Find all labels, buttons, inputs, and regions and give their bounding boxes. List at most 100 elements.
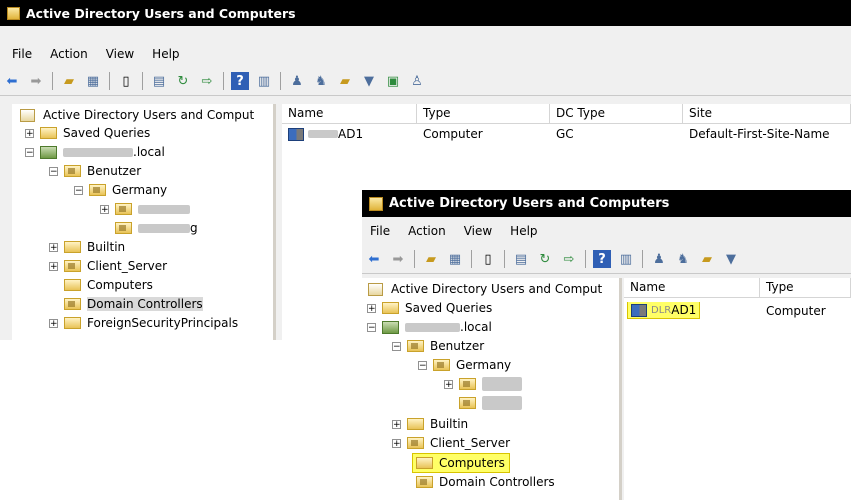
new-user-icon[interactable]: ♟ xyxy=(650,250,668,268)
up-folder-icon[interactable]: ▰ xyxy=(422,250,440,268)
column-header-type[interactable]: Type xyxy=(417,104,550,123)
tree-item-saved-queries[interactable]: + Saved Queries xyxy=(367,299,492,317)
copy-icon[interactable]: ▤ xyxy=(150,72,168,90)
tree-item-client-server[interactable]: + Client_Server xyxy=(49,257,167,275)
tree-item-benutzer[interactable]: − Benutzer xyxy=(49,162,141,180)
menu-action[interactable]: Action xyxy=(50,47,88,61)
export-list-icon[interactable]: ⇨ xyxy=(560,250,578,268)
column-header-name[interactable]: Name xyxy=(282,104,417,123)
mmc-icon[interactable]: ▥ xyxy=(617,250,635,268)
export-list-icon[interactable]: ⇨ xyxy=(198,72,216,90)
expand-icon[interactable]: + xyxy=(367,303,376,313)
expand-icon[interactable]: + xyxy=(444,379,453,389)
collapse-icon[interactable]: − xyxy=(392,341,401,351)
menu-file[interactable]: File xyxy=(370,224,390,238)
properties-icon[interactable]: ▯ xyxy=(117,72,135,90)
tree-item-label: Benutzer xyxy=(87,164,142,178)
new-group-icon[interactable]: ♞ xyxy=(674,250,692,268)
find-icon[interactable]: ▣ xyxy=(384,72,402,90)
new-ou-icon[interactable]: ▰ xyxy=(698,250,716,268)
toolbar-separator xyxy=(585,250,586,268)
expand-icon[interactable]: + xyxy=(392,438,401,448)
forward-arrow-icon[interactable]: ➡ xyxy=(27,72,45,90)
expand-icon[interactable]: + xyxy=(392,419,401,429)
new-ou-icon[interactable]: ▰ xyxy=(336,72,354,90)
tree-root[interactable]: Active Directory Users and Comput xyxy=(20,106,254,124)
column-header-type[interactable]: Type xyxy=(760,278,851,297)
tree-item-client-server[interactable]: + Client_Server xyxy=(392,434,510,452)
column-header-dc-type[interactable]: DC Type xyxy=(550,104,683,123)
copy-icon[interactable]: ▤ xyxy=(512,250,530,268)
tree-item-computers[interactable]: Computers xyxy=(49,276,153,294)
up-folder-icon[interactable]: ▰ xyxy=(60,72,78,90)
filter-icon[interactable]: ▼ xyxy=(722,250,740,268)
tree-root[interactable]: Active Directory Users and Comput xyxy=(368,280,602,298)
menu-help[interactable]: Help xyxy=(152,47,179,61)
tree-item-germany-child-2[interactable] xyxy=(444,394,522,412)
tree-item-germany-child-1[interactable]: + xyxy=(100,200,190,218)
menu-view[interactable]: View xyxy=(106,47,134,61)
tree-item-benutzer[interactable]: − Benutzer xyxy=(392,337,484,355)
toolbar-separator xyxy=(414,250,415,268)
column-header-name[interactable]: Name xyxy=(624,278,760,297)
back-arrow-icon[interactable]: ⬅ xyxy=(365,250,383,268)
refresh-icon[interactable]: ↻ xyxy=(536,250,554,268)
collapse-icon[interactable]: − xyxy=(418,360,427,370)
mmc-icon[interactable]: ▥ xyxy=(255,72,273,90)
new-user-icon[interactable]: ♟ xyxy=(288,72,306,90)
ou-folder-icon xyxy=(89,184,106,196)
redacted-text xyxy=(308,130,338,138)
tree-item-germany-child-1[interactable]: + xyxy=(444,375,522,393)
tree-item-label: Domain Controllers xyxy=(439,475,555,489)
show-tree-icon[interactable]: ▦ xyxy=(84,72,102,90)
expand-icon[interactable]: + xyxy=(100,204,109,214)
folder-icon xyxy=(64,241,81,253)
tree-item-germany[interactable]: − Germany xyxy=(418,356,511,374)
tree-item-germany[interactable]: − Germany xyxy=(74,181,167,199)
menu-bar: File Action View Help xyxy=(362,220,851,242)
column-header-site[interactable]: Site xyxy=(683,104,851,123)
refresh-icon[interactable]: ↻ xyxy=(174,72,192,90)
tree-item-builtin[interactable]: + Builtin xyxy=(49,238,125,256)
tree-item-builtin[interactable]: + Builtin xyxy=(392,415,468,433)
tree-item-foreign-security-principals[interactable]: + ForeignSecurityPrincipals xyxy=(49,314,238,332)
list-row[interactable]: DLR AD1 Computer xyxy=(624,302,851,320)
tree-item-domain[interactable]: − .local xyxy=(367,318,492,336)
tree-item-label: Saved Queries xyxy=(63,126,151,140)
list-row[interactable]: AD1 Computer GC Default-First-Site-Name xyxy=(282,125,851,143)
help-icon[interactable]: ? xyxy=(231,72,249,90)
properties-icon[interactable]: ▯ xyxy=(479,250,497,268)
collapse-icon[interactable]: − xyxy=(367,322,376,332)
computer-icon xyxy=(288,128,304,141)
menu-file[interactable]: File xyxy=(12,47,32,61)
expand-icon[interactable]: + xyxy=(49,318,58,328)
new-group-icon[interactable]: ♞ xyxy=(312,72,330,90)
ou-folder-icon xyxy=(407,340,424,352)
tree-item-computers-highlighted[interactable]: Computers xyxy=(412,453,510,473)
show-tree-icon[interactable]: ▦ xyxy=(446,250,464,268)
collapse-icon[interactable]: − xyxy=(74,185,83,195)
menu-view[interactable]: View xyxy=(464,224,492,238)
menu-help[interactable]: Help xyxy=(510,224,537,238)
redacted-text xyxy=(405,322,460,332)
filter-icon[interactable]: ▼ xyxy=(360,72,378,90)
tree-item-domain[interactable]: − .local xyxy=(25,143,165,161)
tree-item-domain-controllers[interactable]: Domain Controllers xyxy=(416,473,555,491)
list-cell-type: Computer xyxy=(766,304,826,318)
expand-icon[interactable]: + xyxy=(49,261,58,271)
add-to-group-icon[interactable]: ♙ xyxy=(408,72,426,90)
tree-item-germany-child-2[interactable]: g xyxy=(100,219,198,237)
menu-action[interactable]: Action xyxy=(408,224,446,238)
expand-icon[interactable]: + xyxy=(25,128,34,138)
collapse-icon[interactable]: − xyxy=(25,147,34,157)
back-arrow-icon[interactable]: ⬅ xyxy=(3,72,21,90)
tree-item-domain-controllers[interactable]: Domain Controllers xyxy=(49,295,203,313)
help-icon[interactable]: ? xyxy=(593,250,611,268)
collapse-icon[interactable]: − xyxy=(49,166,58,176)
ou-folder-icon xyxy=(115,203,132,215)
list-pane: Name Type DLR AD1 Computer xyxy=(624,278,851,500)
forward-arrow-icon[interactable]: ➡ xyxy=(389,250,407,268)
expand-icon[interactable]: + xyxy=(49,242,58,252)
toolbar-separator xyxy=(52,72,53,90)
tree-item-saved-queries[interactable]: + Saved Queries xyxy=(25,124,150,142)
